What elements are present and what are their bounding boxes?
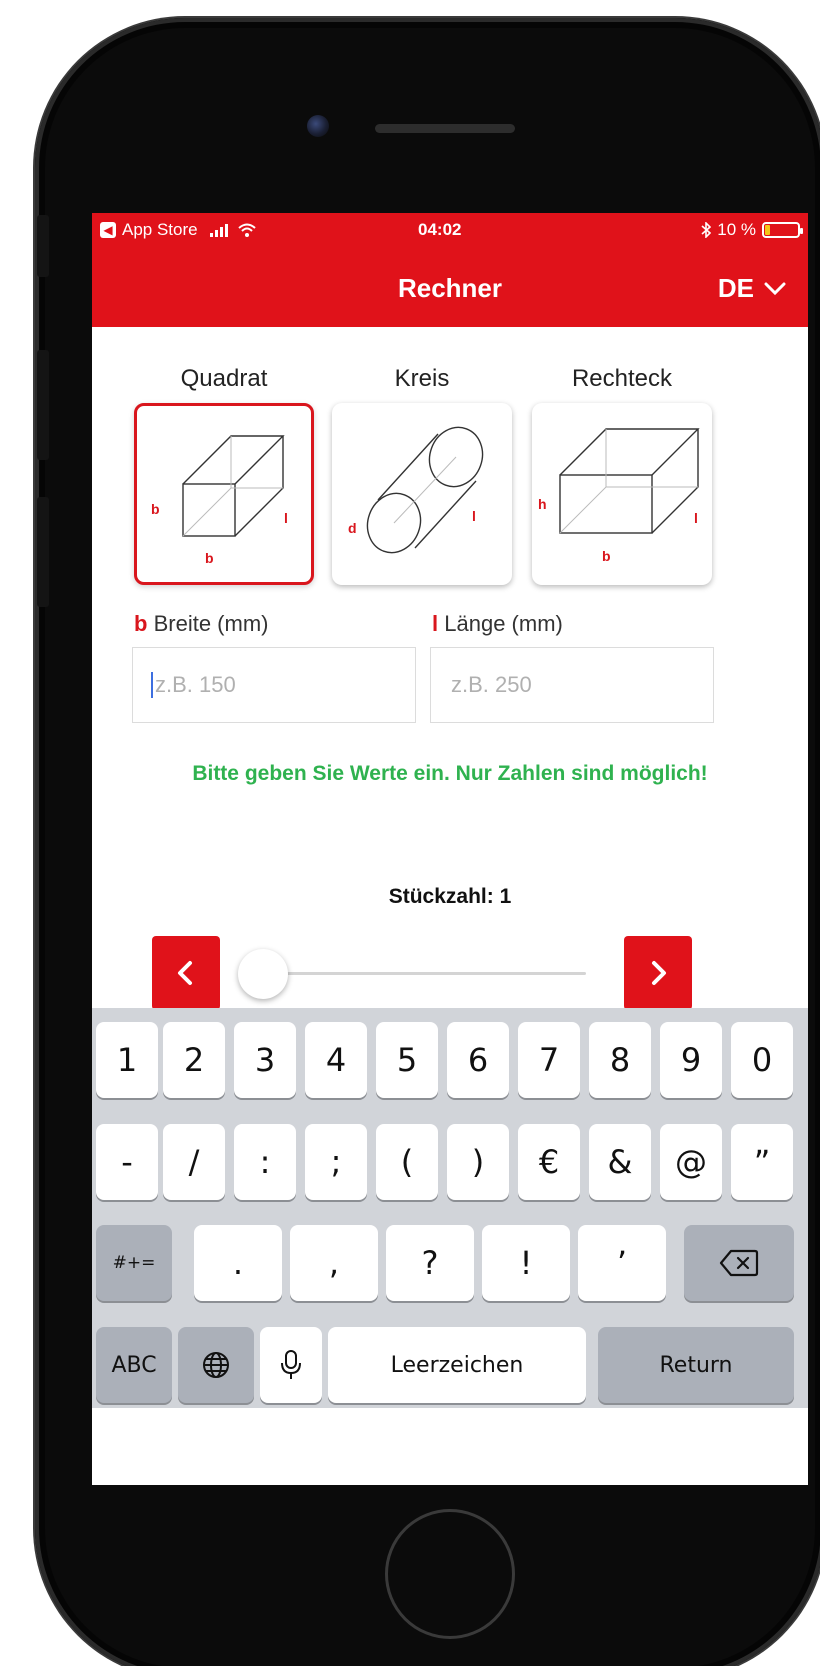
- shape-label-rechteck: Rechteck: [571, 365, 673, 392]
- volume-up-button: [37, 350, 49, 460]
- battery-icon: [762, 222, 803, 238]
- key-abc[interactable]: ABC: [96, 1327, 172, 1403]
- key-euro[interactable]: €: [518, 1124, 580, 1200]
- shape-option-kreis[interactable]: d l: [332, 403, 512, 585]
- key-ampersand[interactable]: &: [589, 1124, 651, 1200]
- key-close-paren[interactable]: ): [447, 1124, 509, 1200]
- dim-b-label: b: [602, 548, 611, 564]
- key-period[interactable]: .: [194, 1225, 282, 1301]
- text-caret: [151, 672, 153, 698]
- quantity-slider-thumb[interactable]: [238, 949, 288, 999]
- key-backspace[interactable]: [684, 1225, 794, 1301]
- back-to-app-link[interactable]: App Store: [122, 220, 198, 240]
- key-symbols-toggle[interactable]: #+=: [96, 1225, 172, 1301]
- width-field-label: b Breite (mm): [134, 611, 268, 637]
- key-colon[interactable]: :: [234, 1124, 296, 1200]
- mute-switch: [37, 215, 49, 277]
- microphone-icon: [281, 1350, 301, 1379]
- dim-h-label: h: [538, 496, 547, 512]
- key-question[interactable]: ?: [386, 1225, 474, 1301]
- chevron-down-icon: [764, 282, 786, 295]
- backspace-icon: [719, 1249, 759, 1277]
- width-placeholder: z.B. 150: [155, 672, 236, 697]
- wifi-icon: [237, 223, 256, 237]
- page-title: Rechner: [397, 273, 503, 303]
- quantity-increment-button[interactable]: [624, 936, 692, 1010]
- cellular-signal-icon: [209, 223, 228, 237]
- key-quote[interactable]: ”: [731, 1124, 793, 1200]
- square-prism-icon: b b l: [151, 435, 288, 566]
- key-4[interactable]: 4: [305, 1022, 367, 1098]
- chevron-left-icon: [178, 961, 192, 985]
- width-input[interactable]: z.B. 150: [132, 647, 416, 723]
- shape-option-rechteck[interactable]: h b l: [532, 403, 712, 585]
- dim-l-label: l: [694, 510, 698, 526]
- status-bar: ◀ App Store 04:02 10 %: [92, 213, 808, 249]
- length-field-label: l Länge (mm): [432, 611, 563, 637]
- back-arrow-icon[interactable]: ◀: [100, 222, 116, 238]
- key-at[interactable]: @: [660, 1124, 722, 1200]
- key-space[interactable]: Leerzeichen: [328, 1327, 586, 1403]
- cylinder-icon: d l: [348, 426, 484, 554]
- earpiece-speaker: [375, 124, 515, 133]
- length-label-text: Länge (mm): [444, 611, 563, 636]
- dim-l-label: l: [472, 508, 476, 524]
- quantity-label: Stückzahl: 1: [388, 885, 512, 908]
- key-7[interactable]: 7: [518, 1022, 580, 1098]
- language-selector[interactable]: DE: [718, 273, 786, 304]
- length-placeholder: z.B. 250: [451, 672, 532, 697]
- navigation-bar: Rechner DE: [92, 249, 808, 327]
- length-mark: l: [432, 611, 439, 636]
- dim-b-side-label: b: [151, 501, 160, 517]
- volume-down-button: [37, 497, 49, 607]
- key-globe[interactable]: [178, 1327, 254, 1403]
- key-microphone[interactable]: [260, 1327, 322, 1403]
- key-9[interactable]: 9: [660, 1022, 722, 1098]
- shape-label-quadrat: Quadrat: [180, 365, 268, 392]
- key-return[interactable]: Return: [598, 1327, 794, 1403]
- numeric-keyboard: 1 2 3 4 5 6 7 8 9 0 - / : ; ( ) € & @ ” …: [92, 1008, 808, 1408]
- rectangular-prism-icon: h b l: [538, 428, 700, 564]
- key-2[interactable]: 2: [163, 1022, 225, 1098]
- key-6[interactable]: 6: [447, 1022, 509, 1098]
- status-time: 04:02: [418, 220, 462, 239]
- width-label-text: Breite (mm): [153, 611, 269, 636]
- quantity-slider-track[interactable]: [262, 972, 586, 975]
- key-semicolon[interactable]: ;: [305, 1124, 367, 1200]
- width-mark: b: [134, 611, 148, 636]
- key-3[interactable]: 3: [234, 1022, 296, 1098]
- key-1[interactable]: 1: [96, 1022, 158, 1098]
- shape-option-quadrat[interactable]: b b l: [134, 403, 314, 585]
- dim-d-label: d: [348, 520, 357, 536]
- home-button[interactable]: [385, 1509, 515, 1639]
- key-slash[interactable]: /: [163, 1124, 225, 1200]
- battery-percent: 10 %: [717, 220, 756, 239]
- globe-icon: [203, 1352, 229, 1378]
- dim-b-bottom-label: b: [205, 550, 214, 566]
- key-5[interactable]: 5: [376, 1022, 438, 1098]
- key-apostrophe[interactable]: ’: [578, 1225, 666, 1301]
- key-exclamation[interactable]: !: [482, 1225, 570, 1301]
- length-input[interactable]: z.B. 250: [430, 647, 714, 723]
- chevron-right-icon: [652, 961, 666, 985]
- shape-label-kreis: Kreis: [394, 365, 450, 392]
- key-8[interactable]: 8: [589, 1022, 651, 1098]
- key-hyphen[interactable]: -: [96, 1124, 158, 1200]
- key-open-paren[interactable]: (: [376, 1124, 438, 1200]
- front-camera: [307, 115, 329, 137]
- validation-hint: Bitte geben Sie Werte ein. Nur Zahlen si…: [192, 762, 708, 785]
- key-comma[interactable]: ,: [290, 1225, 378, 1301]
- dim-l-label: l: [284, 510, 288, 526]
- app-screen: ◀ App Store 04:02 10 % Rechner DE Quadra…: [92, 213, 808, 1485]
- bluetooth-icon: [701, 222, 712, 238]
- quantity-decrement-button[interactable]: [152, 936, 220, 1010]
- language-label: DE: [717, 273, 754, 303]
- key-0[interactable]: 0: [731, 1022, 793, 1098]
